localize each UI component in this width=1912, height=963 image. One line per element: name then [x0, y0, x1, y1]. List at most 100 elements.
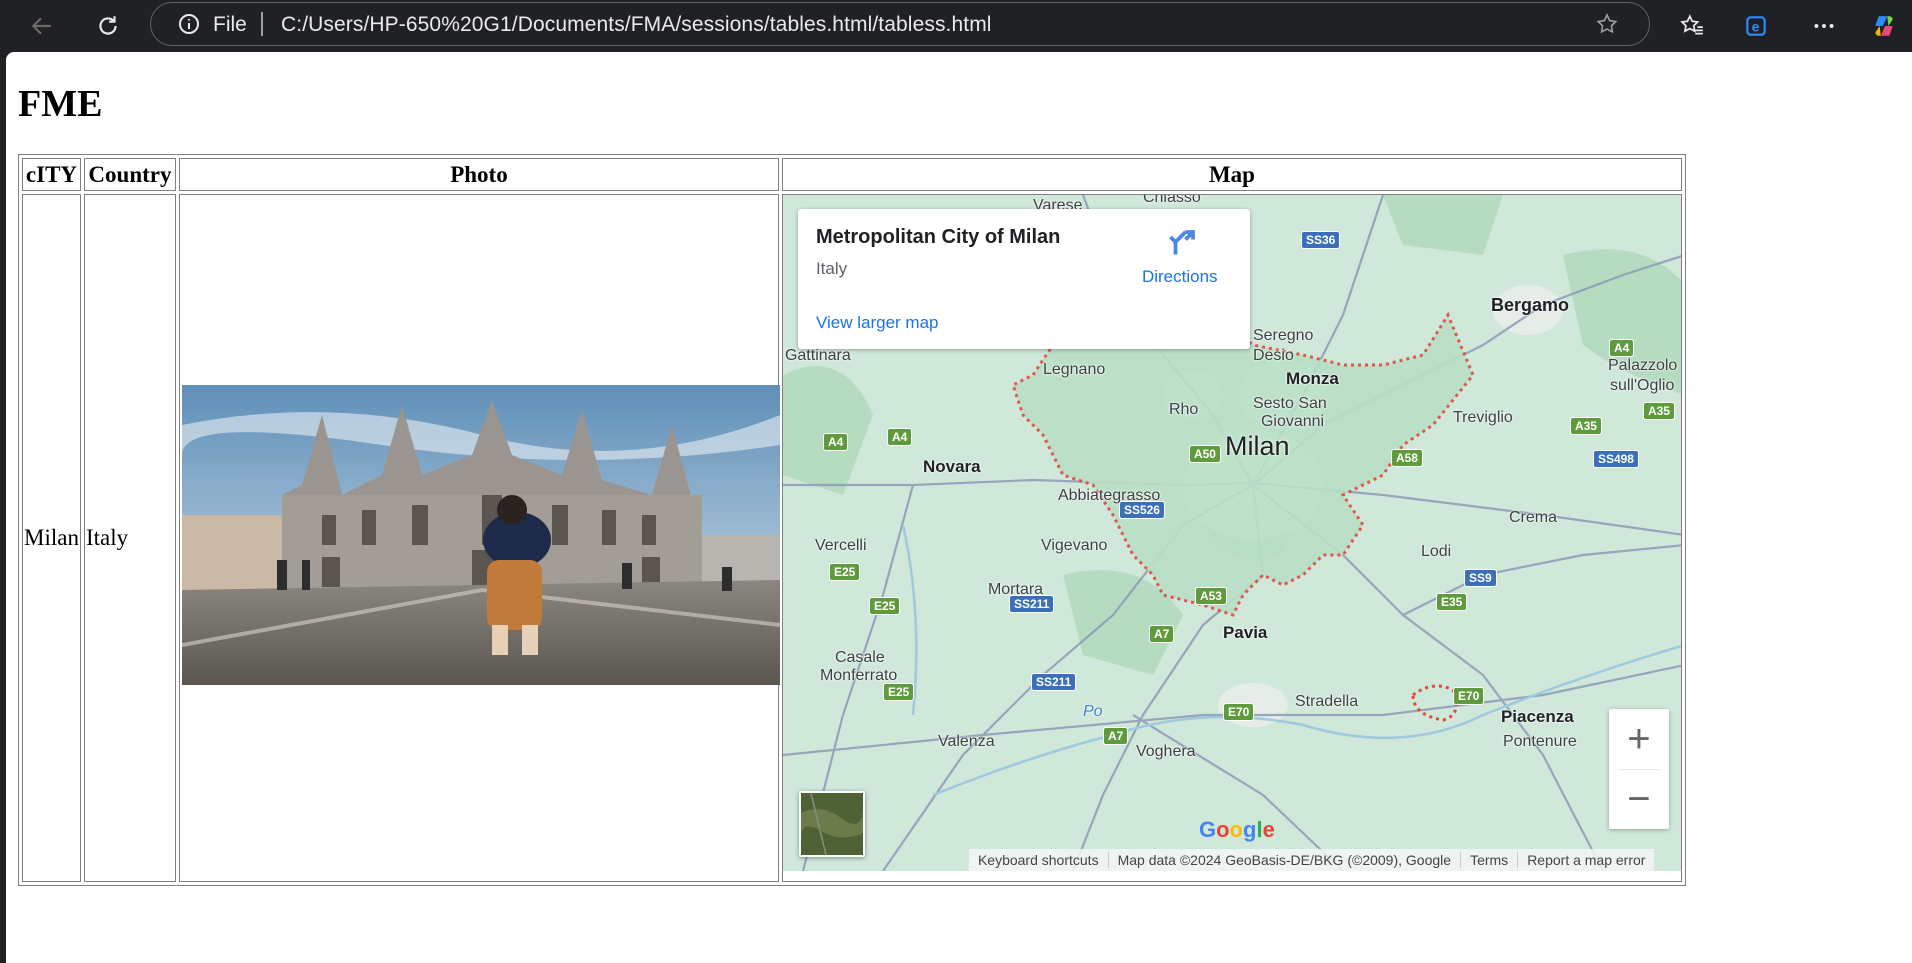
- scheme-label: File: [213, 13, 247, 36]
- map-label-sesto-2: Giovanni: [1260, 413, 1325, 430]
- road-shield: A7: [1102, 727, 1129, 745]
- map-label-bergamo: Bergamo: [1490, 295, 1569, 315]
- reload-icon: [99, 16, 117, 35]
- photo-cell: [178, 194, 780, 882]
- map-label-sesto-1: Sesto San: [1252, 395, 1327, 412]
- map-label-po-river: Po: [1082, 703, 1103, 720]
- road-shield: A4: [822, 433, 849, 451]
- map-label-palazzolo-2: sull'Oglio: [1609, 377, 1675, 394]
- cities-table: cITY Country Photo Map Milan Italy Vares…: [18, 154, 1686, 886]
- favorites-list-icon: [1680, 14, 1703, 35]
- map-label-chiasso: Chiasso: [1142, 194, 1201, 206]
- table-row: Milan Italy Varese Chiasso Bergamo Sereg…: [22, 194, 1682, 882]
- browser-toolbar: File C:/Users/HP-650%20G1/Documents/FMA/…: [0, 0, 1912, 52]
- map-label-novara: Novara: [922, 457, 981, 476]
- map-label-casale-1: Casale: [834, 649, 885, 666]
- map-label-legnano: Legnano: [1042, 361, 1106, 378]
- road-shield: E25: [868, 597, 901, 615]
- map-label-crema: Crema: [1508, 509, 1557, 526]
- collections-button[interactable]: e: [1738, 8, 1774, 44]
- road-shield: A4: [1608, 339, 1635, 357]
- road-shield: A35: [1569, 417, 1602, 435]
- map-label-gattinara: Gattinara: [784, 347, 851, 364]
- map-label-voghera: Voghera: [1135, 743, 1196, 760]
- column-header-country: Country: [83, 158, 176, 191]
- road-shield: SS9: [1463, 569, 1497, 587]
- keyboard-shortcuts-link[interactable]: Keyboard shortcuts: [969, 852, 1108, 868]
- zoom-out-button[interactable]: −: [1609, 769, 1669, 829]
- favorite-star-icon[interactable]: [1595, 12, 1619, 36]
- country-cell: Italy: [83, 194, 176, 882]
- google-logo: Google: [1198, 817, 1275, 842]
- road-shield: A35: [1642, 402, 1675, 420]
- map-attribution-bar: Keyboard shortcuts Map data ©2024 GeoBas…: [968, 849, 1655, 871]
- view-larger-map-link[interactable]: View larger map: [816, 313, 939, 333]
- map-label-pontenure: Pontenure: [1502, 733, 1577, 750]
- road-shield: A53: [1194, 587, 1227, 605]
- road-shield: SS526: [1118, 501, 1165, 519]
- map-label-monza: Monza: [1285, 369, 1339, 388]
- back-button[interactable]: [22, 6, 62, 46]
- map-label-vigevano: Vigevano: [1040, 537, 1108, 554]
- milan-cathedral-image: [181, 385, 780, 685]
- road-shield: E35: [1435, 593, 1468, 611]
- page-content: FME cITY Country Photo Map Milan Italy V…: [6, 52, 1912, 963]
- map-cell[interactable]: Varese Chiasso Bergamo Seregno Desio Mon…: [781, 194, 1682, 882]
- map-label-desio: Desio: [1252, 347, 1294, 364]
- road-shield: A58: [1390, 449, 1423, 467]
- address-bar[interactable]: File C:/Users/HP-650%20G1/Documents/FMA/…: [150, 2, 1650, 46]
- copilot-icon: [1875, 16, 1893, 36]
- satellite-layer-toggle[interactable]: [798, 791, 865, 857]
- column-header-city: cITY: [22, 158, 81, 191]
- road-shield: E70: [1222, 703, 1255, 721]
- road-shield: E70: [1452, 687, 1485, 705]
- collections-icon: e: [1746, 16, 1766, 36]
- terms-link[interactable]: Terms: [1460, 852, 1517, 868]
- place-country: Italy: [815, 259, 848, 278]
- report-map-error-link[interactable]: Report a map error: [1517, 852, 1654, 868]
- cathedral-photo: [181, 385, 780, 685]
- satellite-thumbnail-icon: [800, 793, 863, 855]
- favorites-button[interactable]: [1674, 8, 1710, 44]
- map-label-seregno: Seregno: [1252, 327, 1314, 344]
- map-data-attribution: Map data ©2024 GeoBasis-DE/BKG (©2009), …: [1107, 852, 1460, 868]
- url-text[interactable]: C:/Users/HP-650%20G1/Documents/FMA/sessi…: [281, 13, 992, 37]
- road-shield: A7: [1148, 625, 1175, 643]
- map-label-milan: Milan: [1224, 431, 1290, 461]
- more-dots-icon: [1814, 24, 1834, 28]
- map-label-vercelli: Vercelli: [814, 537, 867, 554]
- road-shield: SS36: [1300, 231, 1341, 249]
- map-label-rho: Rho: [1168, 401, 1199, 418]
- address-divider: [261, 12, 263, 36]
- back-arrow-icon: [31, 17, 51, 35]
- road-shield: A4: [886, 428, 913, 446]
- map-label-treviglio: Treviglio: [1452, 409, 1513, 426]
- map-label-piacenza: Piacenza: [1500, 707, 1574, 726]
- map-label-stradella: Stradella: [1294, 693, 1359, 710]
- road-shield: E25: [882, 683, 915, 701]
- page-title: FME: [18, 83, 103, 125]
- city-cell: Milan: [22, 194, 81, 882]
- map-label-valenza: Valenza: [937, 733, 995, 750]
- column-header-photo: Photo: [178, 158, 779, 191]
- column-header-map: Map: [781, 158, 1682, 191]
- road-shield: SS211: [1030, 673, 1077, 691]
- place-info-card: Metropolitan City of Milan Italy View la…: [797, 209, 1250, 349]
- road-shield: SS211: [1008, 595, 1055, 613]
- svg-text:e: e: [1752, 18, 1760, 34]
- info-icon[interactable]: [177, 12, 201, 36]
- road-shield: A50: [1188, 445, 1221, 463]
- directions-icon[interactable]: [1168, 227, 1198, 257]
- table-header-row: cITY Country Photo Map: [22, 158, 1682, 191]
- map-label-lodi: Lodi: [1420, 543, 1452, 560]
- reload-button[interactable]: [88, 6, 128, 46]
- more-options-button[interactable]: [1806, 8, 1842, 44]
- zoom-control: + −: [1608, 709, 1669, 829]
- map-label-palazzolo-1: Palazzolo: [1607, 357, 1678, 374]
- directions-link[interactable]: Directions: [1142, 267, 1218, 287]
- zoom-in-button[interactable]: +: [1609, 709, 1669, 769]
- place-title: Metropolitan City of Milan: [815, 226, 1061, 248]
- road-shield: SS498: [1592, 450, 1639, 468]
- copilot-button[interactable]: [1866, 8, 1902, 44]
- map-label-pavia: Pavia: [1222, 623, 1268, 642]
